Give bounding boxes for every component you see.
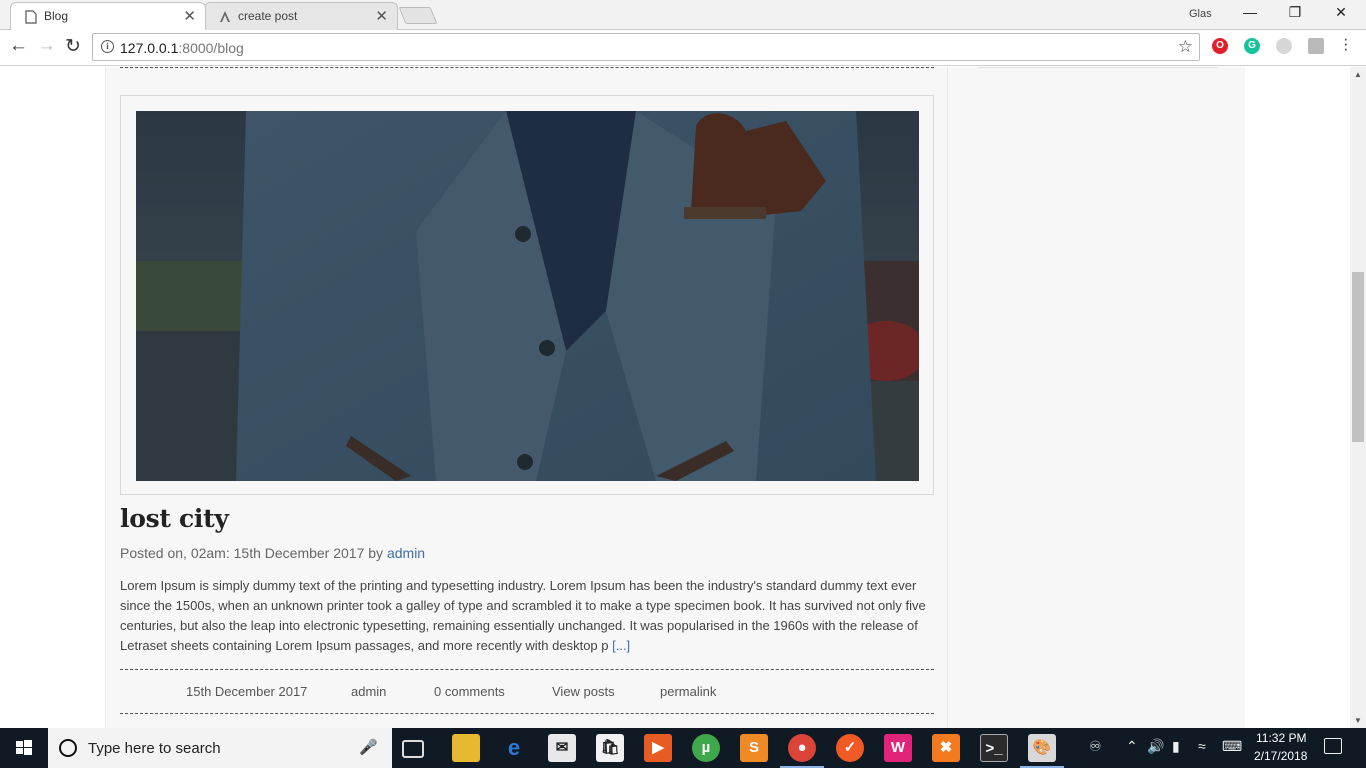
cortana-icon (59, 739, 77, 757)
clock-time[interactable]: 11:32 PM (1256, 731, 1306, 745)
windows-logo-icon (16, 740, 32, 755)
grammarly-icon[interactable]: G (1244, 38, 1260, 54)
divider (120, 67, 934, 68)
keyboard-icon[interactable]: ⌨ (1222, 738, 1242, 755)
terminal-icon[interactable]: >_ (980, 734, 1008, 762)
forward-arrow-icon[interactable]: → (37, 35, 56, 57)
vertical-scrollbar[interactable]: ▲ ▼ (1350, 67, 1366, 728)
star-icon[interactable]: ☆ (1178, 37, 1193, 57)
view-posts-link[interactable]: View posts (552, 684, 615, 699)
tab-create-post[interactable]: create post ✕ (204, 2, 398, 30)
store-icon[interactable]: 🛍 (596, 734, 624, 762)
tab-strip: Blog ✕ create post ✕ Glas — ❐ ✕ (0, 0, 1366, 30)
media-icon[interactable]: ▶ (644, 734, 672, 762)
author-link[interactable]: admin (387, 545, 425, 561)
menu-icon[interactable]: · · · (1343, 30, 1349, 57)
browser-toolbar: ← → ↻ i 127.0.0.1:8000/blog ☆ O G · · · (0, 30, 1366, 66)
url-text[interactable]: 127.0.0.1:8000/blog (120, 40, 244, 56)
chevron-up-icon[interactable]: ⌃ (1126, 738, 1138, 755)
address-bar[interactable]: i 127.0.0.1:8000/blog ☆ (92, 33, 1200, 61)
url-host: 127.0.0.1 (120, 40, 179, 56)
opera-icon[interactable]: O (1212, 38, 1228, 54)
notifications-icon[interactable] (1324, 738, 1342, 754)
post-date-link[interactable]: 15th December 2017 (186, 684, 307, 699)
search-placeholder: Type here to search (88, 740, 221, 757)
divider (120, 713, 934, 714)
edge-icon[interactable]: e (500, 734, 528, 762)
xampp-icon[interactable]: ✖ (932, 734, 960, 762)
restore-button[interactable]: ❐ (1285, 4, 1305, 21)
tab-label: create post (238, 9, 298, 23)
profile-button[interactable]: Glas (1189, 8, 1212, 20)
task-view-icon[interactable] (402, 740, 424, 758)
taskbar-search-box[interactable]: Type here to search 🎤 (48, 728, 392, 768)
utorrent-icon[interactable]: µ (692, 734, 720, 762)
clock-date[interactable]: 2/17/2018 (1254, 749, 1307, 763)
scroll-down-arrow-icon[interactable]: ▼ (1354, 716, 1362, 725)
permalink-link[interactable]: permalink (660, 684, 716, 699)
sidebar (948, 67, 1245, 728)
windows-taskbar: Type here to search 🎤 e ✉ 🛍 ▶ µ S ● ✓ W … (0, 728, 1366, 768)
angular-icon (220, 11, 230, 22)
microphone-icon[interactable]: 🎤 (359, 738, 378, 756)
wamp-icon[interactable]: W (884, 734, 912, 762)
sublime-icon[interactable]: S (740, 734, 768, 762)
post-meta: Posted on, 02am: 15th December 2017 by a… (120, 545, 425, 561)
people-icon[interactable]: ♾ (1089, 738, 1102, 755)
page-icon (25, 10, 37, 24)
post-image[interactable] (136, 111, 919, 481)
jacket-photo (136, 111, 919, 481)
battery-icon[interactable]: ▮ (1172, 738, 1180, 755)
sidebar-divider (978, 67, 1218, 68)
mail-icon[interactable]: ✉ (548, 734, 576, 762)
close-tab-icon[interactable]: ✕ (375, 7, 388, 25)
file-explorer-icon[interactable] (452, 734, 480, 762)
chrome-icon[interactable]: ● (788, 734, 816, 762)
page-content: lost city Posted on, 02am: 15th December… (105, 67, 1245, 728)
minimize-button[interactable]: — (1240, 4, 1260, 20)
post-author-link[interactable]: admin (351, 684, 386, 699)
post-title[interactable]: lost city (120, 504, 229, 533)
new-tab-button[interactable] (398, 7, 438, 24)
url-path: :8000/blog (178, 40, 244, 56)
scroll-up-arrow-icon[interactable]: ▲ (1354, 70, 1362, 79)
postman-icon[interactable]: ✓ (836, 734, 864, 762)
close-tab-icon[interactable]: ✕ (183, 7, 196, 25)
extension-icon[interactable] (1276, 38, 1292, 54)
post-image-frame (120, 95, 934, 495)
close-window-button[interactable]: ✕ (1331, 4, 1351, 21)
volume-icon[interactable]: 🔊 (1147, 738, 1164, 755)
post-excerpt: Lorem Ipsum is simply dummy text of the … (120, 576, 936, 656)
excerpt-text: Lorem Ipsum is simply dummy text of the … (120, 578, 926, 653)
post-meta-prefix: Posted on, 02am: 15th December 2017 by (120, 545, 387, 561)
start-button[interactable] (0, 728, 48, 768)
tab-label: Blog (44, 9, 69, 23)
divider (120, 669, 934, 670)
scrollbar-thumb[interactable] (1352, 272, 1364, 442)
paint-icon[interactable]: 🎨 (1028, 734, 1056, 762)
reload-icon[interactable]: ↻ (65, 35, 81, 58)
pdf-icon[interactable] (1308, 38, 1324, 54)
read-more-link[interactable]: [...] (612, 638, 630, 653)
back-arrow-icon[interactable]: ← (9, 35, 28, 57)
info-icon[interactable]: i (101, 40, 114, 53)
tab-blog[interactable]: Blog ✕ (10, 2, 206, 30)
page-viewport: lost city Posted on, 02am: 15th December… (0, 67, 1350, 728)
wifi-icon[interactable]: ≈ (1198, 738, 1206, 754)
main-column: lost city Posted on, 02am: 15th December… (105, 67, 948, 728)
comments-link[interactable]: 0 comments (434, 684, 505, 699)
